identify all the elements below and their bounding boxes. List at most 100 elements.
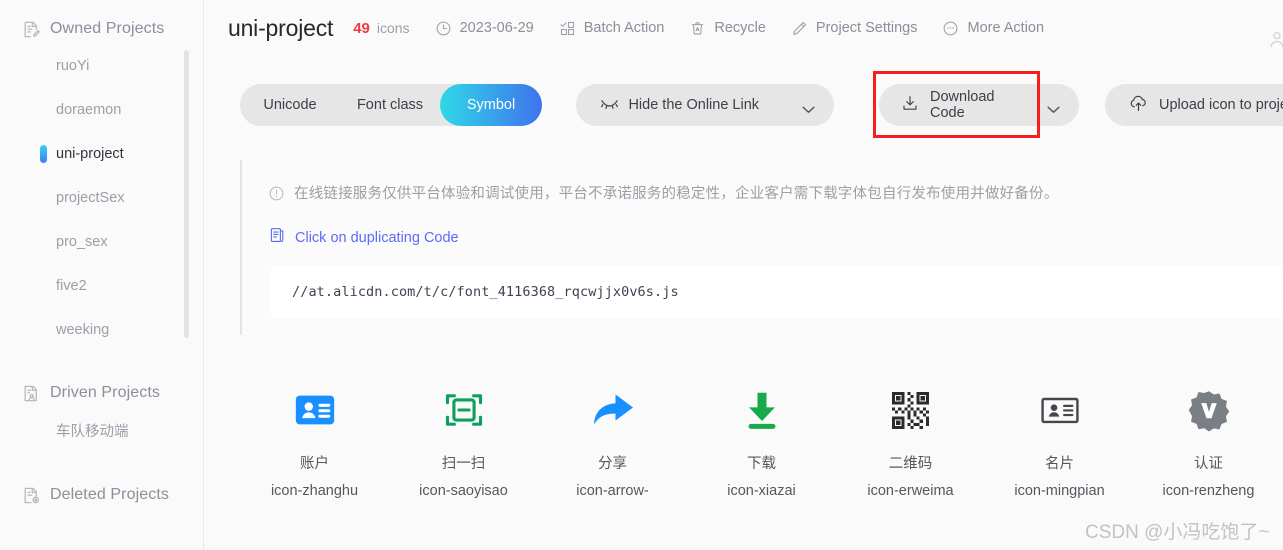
more-action-label: More Action [967, 20, 1045, 36]
account-card-icon [292, 380, 338, 440]
qr-code-icon [889, 380, 932, 440]
sidebar-item-doraemon[interactable]: doraemon [0, 88, 204, 132]
business-card-icon [1038, 380, 1082, 440]
icon-cell-en-label: icon-xiazai [727, 483, 796, 499]
icon-cell-cn-label: 下载 [747, 456, 776, 472]
code-snippet-text: //at.alicdn.com/t/c/font_4116368_rqcwjjx… [292, 284, 679, 300]
sidebar-item-weeking[interactable]: weeking [0, 308, 204, 352]
sidebar-scrollbar[interactable] [184, 50, 189, 338]
download-code-button[interactable]: Download Code [879, 84, 1079, 126]
scan-icon [442, 380, 486, 440]
clock-icon [435, 20, 452, 37]
icon-count: 49 [353, 19, 370, 37]
hide-online-link-dropdown[interactable]: Hide the Online Link [576, 84, 835, 126]
icon-cell-cn-label: 分享 [598, 456, 627, 472]
share-arrow-icon [589, 380, 637, 440]
document-person-icon [22, 384, 41, 403]
icon-cell-en-label: icon-renzheng [1162, 483, 1255, 499]
sidebar-group-label: Deleted Projects [50, 486, 169, 503]
eye-closed-icon [600, 97, 619, 113]
icon-project-page: Owned Projects ruoYi doraemon uni-projec… [0, 0, 1283, 550]
tab-unicode[interactable]: Unicode [240, 84, 340, 126]
icon-cell-cn-label: 账户 [300, 456, 329, 472]
download-icon [901, 94, 919, 116]
tab-symbol[interactable]: Symbol [440, 84, 542, 126]
sidebar-group-owned-projects[interactable]: Owned Projects [0, 14, 204, 44]
active-marker [40, 145, 47, 163]
format-segmented-control: Unicode Font class Symbol [240, 84, 542, 126]
sidebar-item-ruoyi[interactable]: ruoYi [0, 44, 204, 88]
sidebar-item-label: projectSex [56, 190, 125, 206]
header-edge-partial-icon[interactable] [1267, 28, 1283, 50]
page-title: uni-project [228, 14, 334, 41]
batch-action-icon [559, 20, 576, 37]
icon-cell-share[interactable]: 分享 icon-arrow- [538, 380, 687, 499]
sidebar-group-label: Driven Projects [50, 384, 160, 401]
icon-cell-cn-label: 二维码 [888, 456, 933, 472]
header-date-label: 2023-06-29 [459, 20, 534, 36]
project-settings-label: Project Settings [815, 20, 918, 36]
sidebar-group-label: Owned Projects [50, 20, 165, 37]
sidebar-item-label: 车队移动端 [56, 423, 129, 440]
hide-online-link-label: Hide the Online Link [628, 97, 760, 113]
header-date: 2023-06-29 [435, 20, 534, 37]
download-arrow-icon [739, 380, 785, 440]
icon-cell-saoyisao[interactable]: 扫一扫 icon-saoyisao [389, 380, 538, 499]
notice-text: 在线链接服务仅供平台体验和调试使用，平台不承诺服务的稳定性，企业客户需下载字体包… [294, 186, 1059, 202]
project-settings-button[interactable]: Project Settings [791, 20, 918, 37]
more-action-button[interactable]: More Action [942, 20, 1044, 37]
trash-icon [689, 20, 706, 37]
sidebar-item-uni-project[interactable]: uni-project [0, 132, 204, 176]
sidebar-group-driven-projects[interactable]: Driven Projects [0, 378, 204, 408]
sidebar-item-label: uni-project [56, 146, 124, 162]
document-pencil-icon [22, 20, 41, 39]
exclamation-circle-icon [268, 185, 285, 207]
code-snippet-box[interactable]: //at.alicdn.com/t/c/font_4116368_rqcwjjx… [271, 266, 1281, 318]
icon-cell-en-label: icon-saoyisao [419, 483, 508, 499]
icon-cell-cn-label: 认证 [1194, 456, 1223, 472]
icon-cell-cn-label: 扫一扫 [441, 456, 486, 472]
csdn-watermark: CSDN @小冯吃饱了~ [1085, 522, 1270, 543]
page-header: uni-project 49 icons 2023-06-29 Batch Ac… [228, 0, 1283, 56]
sidebar-item-chedui-yidongduan[interactable]: 车队移动端 [0, 408, 204, 452]
toolbar: Unicode Font class Symbol Hide the Onlin… [240, 84, 835, 126]
chevron-down-icon [801, 101, 816, 113]
sidebar: Owned Projects ruoYi doraemon uni-projec… [0, 0, 204, 550]
sidebar-item-five2[interactable]: five2 [0, 264, 204, 308]
icon-count-label: icons [376, 20, 410, 36]
batch-action-button[interactable]: Batch Action [559, 20, 665, 37]
download-code-dropdown-toggle[interactable] [1029, 84, 1079, 126]
download-code-group: Download Code [879, 84, 1079, 126]
cloud-upload-icon [1129, 94, 1148, 116]
icon-cell-zhanghu[interactable]: 账户 icon-zhanghu [240, 380, 389, 499]
icon-cell-xiazai[interactable]: 下载 icon-xiazai [687, 380, 836, 499]
sidebar-item-label: weeking [56, 322, 110, 338]
recycle-button[interactable]: Recycle [689, 20, 766, 37]
upload-icon-label: Upload icon to project [1159, 97, 1283, 113]
copy-icon [268, 226, 286, 249]
batch-action-label: Batch Action [583, 20, 665, 36]
icon-cell-mingpian[interactable]: 名片 icon-mingpian [985, 380, 1134, 499]
notice-panel: 在线链接服务仅供平台体验和调试使用，平台不承诺服务的稳定性，企业客户需下载字体包… [240, 160, 1283, 335]
duplicate-code-link[interactable]: Click on duplicating Code [268, 226, 1283, 249]
upload-icon-button[interactable]: Upload icon to project [1105, 84, 1283, 126]
icon-cell-en-label: icon-arrow- [576, 483, 649, 499]
icon-cell-en-label: icon-zhanghu [270, 483, 359, 499]
sidebar-item-projectsex[interactable]: projectSex [0, 176, 204, 220]
tab-font-class[interactable]: Font class [340, 84, 440, 126]
sidebar-item-pro-sex[interactable]: pro_sex [0, 220, 204, 264]
sidebar-item-label: five2 [56, 278, 87, 294]
sidebar-item-label: doraemon [56, 102, 122, 118]
ellipsis-circle-icon [942, 20, 959, 37]
sidebar-group-deleted-projects[interactable]: Deleted Projects [0, 480, 204, 510]
recycle-label: Recycle [714, 20, 766, 36]
icon-grid: 账户 icon-zhanghu 扫一扫 icon-saoyisao 分享 ico [240, 380, 1283, 499]
sidebar-item-label: ruoYi [56, 58, 90, 74]
verified-badge-icon [1187, 380, 1231, 440]
icon-cell-en-label: icon-mingpian [1014, 483, 1105, 499]
sidebar-item-label: pro_sex [56, 234, 108, 250]
pencil-icon [791, 20, 808, 37]
icon-cell-erweima[interactable]: 二维码 icon-erweima [836, 380, 985, 499]
duplicate-code-label: Click on duplicating Code [295, 229, 459, 246]
icon-cell-renzheng[interactable]: 认证 icon-renzheng [1134, 380, 1283, 499]
